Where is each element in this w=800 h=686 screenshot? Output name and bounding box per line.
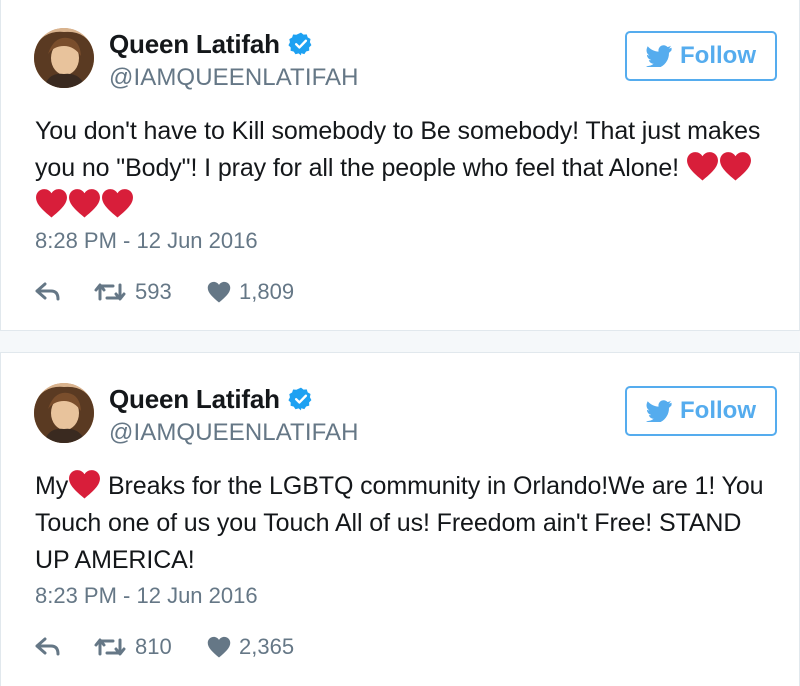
red-heart-emoji-icon: [719, 151, 752, 181]
twitter-bird-icon: [646, 45, 672, 67]
retweet-button[interactable]: 593: [93, 279, 207, 305]
avatar-image: [34, 383, 94, 443]
tweet-text-body: My: [35, 472, 69, 500]
display-name[interactable]: Queen Latifah: [109, 29, 280, 60]
verified-badge-icon: [288, 387, 312, 411]
red-heart-emoji-icon: [35, 188, 68, 218]
reply-button[interactable]: [35, 637, 93, 657]
tweet-card: Queen Latifah @IAMQUEENLATIFAH Follow Yo…: [0, 0, 800, 331]
red-heart-emoji-icon: [101, 188, 134, 218]
reply-icon: [35, 637, 60, 656]
retweet-count: 810: [135, 634, 172, 659]
retweet-count: 593: [135, 279, 172, 304]
reply-button[interactable]: [35, 282, 93, 302]
tweet-text-body: You don't have to Kill somebody to Be so…: [35, 117, 761, 182]
verified-badge-icon: [288, 32, 312, 56]
author-row: Queen Latifah: [109, 383, 314, 415]
follow-button[interactable]: Follow: [625, 386, 777, 436]
like-count: 2,365: [239, 634, 295, 659]
retweet-icon: [94, 638, 126, 656]
display-name[interactable]: Queen Latifah: [109, 384, 280, 415]
red-heart-emoji-icon: [686, 151, 719, 181]
author-row: Queen Latifah: [109, 28, 314, 60]
avatar[interactable]: [34, 383, 94, 443]
avatar[interactable]: [34, 28, 94, 88]
tweet-actions: 593 1,809: [35, 278, 294, 306]
follow-label: Follow: [680, 397, 756, 424]
like-button[interactable]: 1,809: [207, 279, 294, 305]
timestamp[interactable]: 8:23 PM - 12 Jun 2016: [35, 583, 258, 609]
like-button[interactable]: 2,365: [207, 634, 294, 660]
red-heart-emoji-icon: [68, 469, 101, 499]
red-heart-emoji-icon: [68, 188, 101, 218]
twitter-bird-icon: [646, 400, 672, 422]
follow-button[interactable]: Follow: [625, 31, 777, 81]
tweet-text: You don't have to Kill somebody to Be so…: [35, 113, 765, 224]
tweet-card: Queen Latifah @IAMQUEENLATIFAH Follow My…: [0, 352, 800, 686]
avatar-image: [34, 28, 94, 88]
timestamp[interactable]: 8:28 PM - 12 Jun 2016: [35, 228, 258, 254]
tweet-text: My Breaks for the LGBTQ community in Orl…: [35, 468, 765, 579]
user-handle[interactable]: @IAMQUEENLATIFAH: [109, 64, 359, 92]
heart-icon: [207, 281, 231, 303]
retweet-button[interactable]: 810: [93, 634, 207, 660]
tweet-actions: 810 2,365: [35, 633, 294, 661]
follow-label: Follow: [680, 42, 756, 69]
like-count: 1,809: [239, 279, 295, 304]
reply-icon: [35, 282, 60, 301]
tweet-text-tail: Breaks for the LGBTQ community in Orland…: [35, 472, 764, 574]
user-handle[interactable]: @IAMQUEENLATIFAH: [109, 419, 359, 447]
retweet-icon: [94, 283, 126, 301]
heart-icon: [207, 636, 231, 658]
